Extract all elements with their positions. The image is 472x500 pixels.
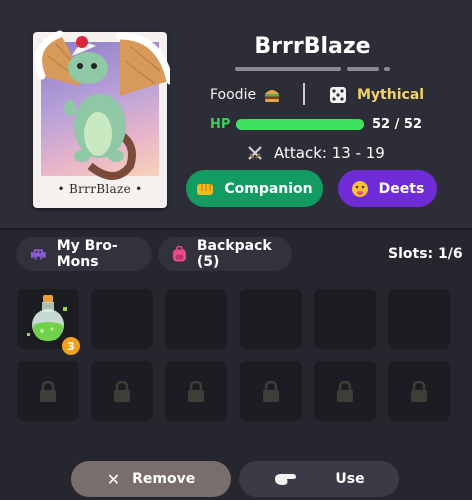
slots-counter: Slots: 1/6 [388,246,463,262]
inventory-slot[interactable]: 3 [17,289,80,355]
burger-icon [265,90,279,102]
lock-icon [188,381,204,402]
section-divider [0,228,472,230]
lock-icon [411,381,427,402]
hp-bar [236,119,364,130]
title-underline [384,67,390,71]
inventory-slot[interactable] [314,289,376,349]
pet-name: BrrrBlaze [254,34,371,59]
hp-bar-fill [236,119,364,130]
tongue-face-icon [351,180,368,197]
remove-button[interactable]: ✕ Remove [71,461,231,497]
title-underline [235,67,341,71]
tab-my-bro-mons-label: My Bro-Mons [56,238,118,270]
close-icon: ✕ [106,469,121,489]
inventory-slot[interactable] [240,289,302,349]
locked-slot [388,361,450,421]
locked-slot [91,361,153,421]
locked-slot [240,361,302,421]
remove-label: Remove [132,471,196,487]
trait-separator [303,83,305,105]
tab-backpack-label: Backpack (5) [196,238,272,270]
title-underline [347,67,379,71]
space-invader-icon [30,249,46,260]
dice-icon [330,87,346,103]
lock-icon [114,381,130,402]
locked-slot [314,361,376,421]
dragon-creature-art [35,30,170,180]
pointing-hand-icon [275,474,297,485]
attack-range: Attack: 13 - 19 [274,144,385,162]
lock-icon [40,381,56,402]
hp-label: HP [210,117,231,132]
green-potion-icon [27,295,67,341]
pet-trait: Foodie [210,87,257,103]
pet-rarity: Mythical [357,87,425,103]
deets-button[interactable]: Deets [338,170,437,207]
item-count-badge: 3 [62,337,80,355]
companion-button[interactable]: Companion [186,170,323,207]
use-label: Use [335,471,365,487]
locked-slot [17,361,79,421]
inventory-slot[interactable] [165,289,227,349]
tab-my-bro-mons[interactable]: My Bro-Mons [16,237,152,271]
lock-icon [263,381,279,402]
inventory-slot[interactable] [91,289,153,349]
deets-label: Deets [378,180,425,197]
fist-icon [197,183,214,195]
hp-value: 52 / 52 [372,117,422,132]
crossed-swords-icon [248,146,262,160]
locked-slot [165,361,227,421]
pet-screen: • BrrrBlaze • BrrrBlaze Foodie Mythical … [0,0,472,500]
inventory-slot[interactable] [388,289,450,349]
backpack-icon [172,245,186,262]
use-button[interactable]: Use [239,461,399,497]
lock-icon [337,381,353,402]
tab-backpack[interactable]: Backpack (5) [158,237,292,271]
companion-label: Companion [224,180,313,197]
